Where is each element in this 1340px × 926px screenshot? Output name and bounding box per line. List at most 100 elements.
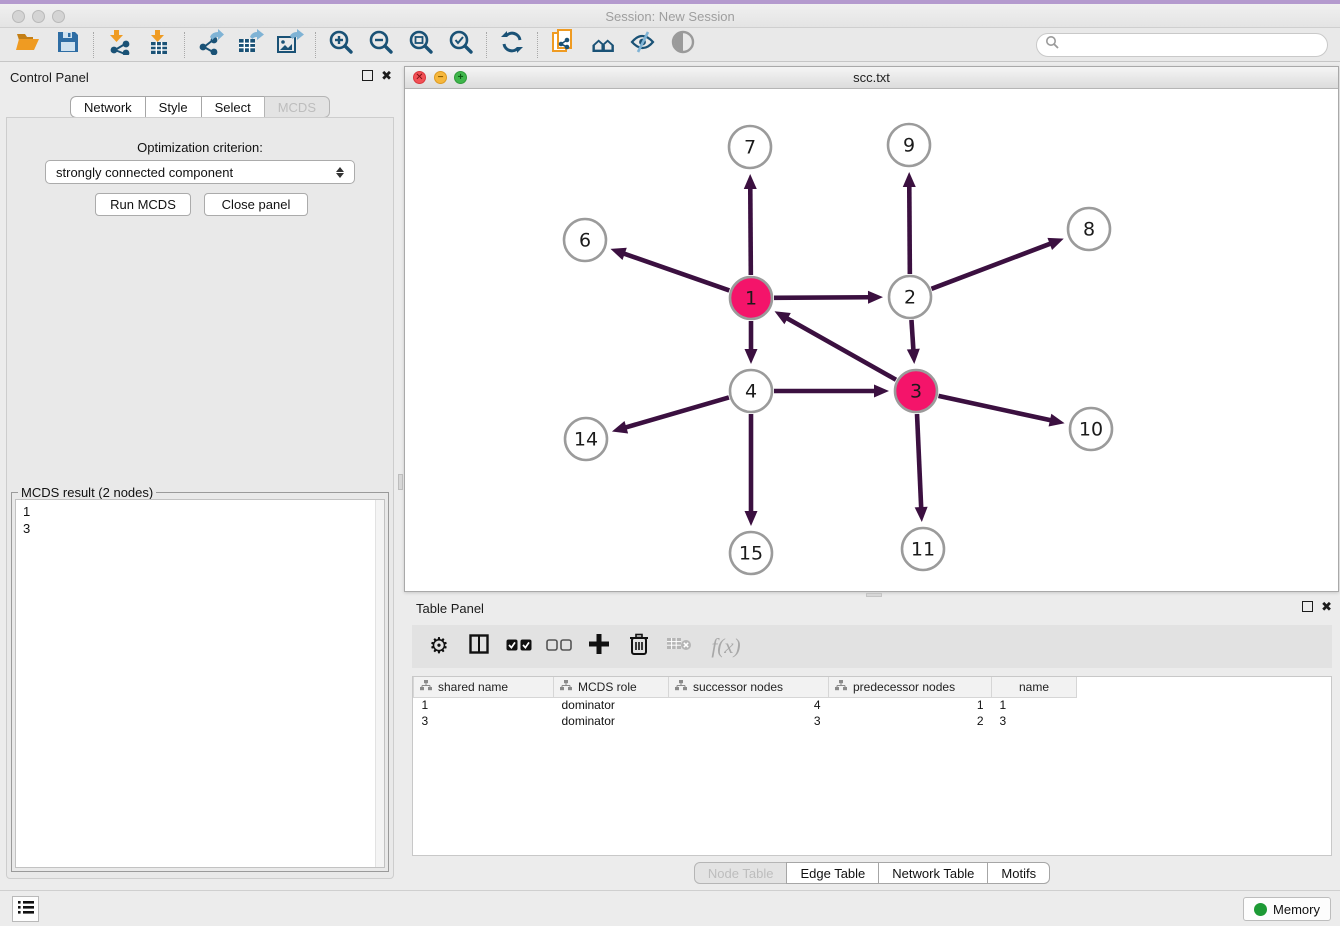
zoom-out-button[interactable] <box>361 30 401 60</box>
graph-edge-1-7[interactable] <box>744 174 757 275</box>
close-panel-icon[interactable]: ✖ <box>381 70 392 81</box>
table-row[interactable]: 3dominator323 <box>414 713 1077 729</box>
zoom-in-button[interactable] <box>321 30 361 60</box>
search-input[interactable] <box>1059 38 1319 52</box>
delete-table-button[interactable] <box>666 634 692 660</box>
graph-edge-4-3[interactable] <box>774 385 889 398</box>
graph-node-8[interactable]: 8 <box>1068 208 1110 250</box>
graph-edge-3-11[interactable] <box>915 414 928 522</box>
clone-network-button[interactable] <box>543 30 583 60</box>
graph-node-14[interactable]: 14 <box>565 418 607 460</box>
graph-node-7[interactable]: 7 <box>729 126 771 168</box>
table-tab-network-table[interactable]: Network Table <box>878 862 988 884</box>
column-header-MCDS-role[interactable]: MCDS role <box>554 677 669 697</box>
network-canvas[interactable]: 7 9 6 8 1 2 4 3 14 10 15 11 <box>405 89 1338 591</box>
table-cell[interactable]: 1 <box>414 697 554 713</box>
graph-node-2[interactable]: 2 <box>889 276 931 318</box>
graph-node-4[interactable]: 4 <box>730 370 772 412</box>
zoom-fit-button[interactable] <box>401 30 441 60</box>
reset-view-button[interactable]: ⌂⌂ <box>583 30 623 60</box>
toggle-graphics-details-button[interactable] <box>623 30 663 60</box>
column-label: successor nodes <box>693 680 783 694</box>
column-header-predecessor-nodes[interactable]: predecessor nodes <box>829 677 992 697</box>
graph-edge-4-14[interactable] <box>612 397 729 433</box>
column-chooser-button[interactable] <box>466 634 492 660</box>
result-scrollbar[interactable] <box>375 500 384 867</box>
search-box[interactable] <box>1036 33 1328 57</box>
graph-edge-1-4[interactable] <box>745 321 758 364</box>
graph-edge-3-10[interactable] <box>938 396 1064 427</box>
control-tab-mcds[interactable]: MCDS <box>264 96 330 118</box>
graph-node-1[interactable]: 1 <box>730 277 772 319</box>
deselect-all-rows-button[interactable] <box>546 634 572 660</box>
zoom-selected-button[interactable] <box>441 30 481 60</box>
column-header-shared-name[interactable]: shared name <box>414 677 554 697</box>
graph-node-6[interactable]: 6 <box>564 219 606 261</box>
control-tab-network[interactable]: Network <box>70 96 146 118</box>
table-cell[interactable]: 2 <box>829 713 992 729</box>
table-tab-motifs[interactable]: Motifs <box>987 862 1050 884</box>
bird-eye-view-button[interactable] <box>663 30 703 60</box>
table-tab-edge-table[interactable]: Edge Table <box>786 862 879 884</box>
zoom-in-icon <box>328 29 354 60</box>
graph-edge-4-15[interactable] <box>745 414 758 526</box>
delete-column-button[interactable] <box>626 634 652 660</box>
add-column-button[interactable] <box>586 634 612 660</box>
graph-node-3[interactable]: 3 <box>895 370 937 412</box>
table-cell[interactable]: 3 <box>992 713 1077 729</box>
column-header-successor-nodes[interactable]: successor nodes <box>669 677 829 697</box>
close-panel-button[interactable]: Close panel <box>204 193 308 216</box>
graph-node-15[interactable]: 15 <box>730 532 772 574</box>
import-network-button[interactable] <box>99 30 139 60</box>
task-history-button[interactable] <box>12 896 39 922</box>
import-table-button[interactable] <box>139 30 179 60</box>
svg-text:6: 6 <box>579 230 591 252</box>
float-table-panel-icon[interactable] <box>1302 601 1313 612</box>
open-session-button[interactable] <box>8 30 48 60</box>
float-panel-icon[interactable] <box>362 70 373 81</box>
graph-edge-2-8[interactable] <box>932 238 1064 289</box>
run-mcds-button[interactable]: Run MCDS <box>95 193 191 216</box>
graph-edge-1-2[interactable] <box>774 291 883 304</box>
table-cell[interactable]: 1 <box>829 697 992 713</box>
optimization-criterion-select[interactable]: strongly connected component <box>45 160 355 184</box>
mcds-result-area[interactable]: 13 <box>15 499 385 868</box>
status-bar: Memory <box>0 890 1340 926</box>
table-cell[interactable]: 3 <box>669 713 829 729</box>
select-all-rows-button[interactable] <box>506 634 532 660</box>
export-image-button[interactable] <box>270 30 310 60</box>
table-cell[interactable]: 1 <box>992 697 1077 713</box>
control-tab-select[interactable]: Select <box>201 96 265 118</box>
table-cell[interactable]: 4 <box>669 697 829 713</box>
table-tab-node-table[interactable]: Node Table <box>694 862 788 884</box>
table-cell[interactable]: dominator <box>554 713 669 729</box>
close-table-panel-icon[interactable]: ✖ <box>1321 601 1332 612</box>
refresh-view-button[interactable] <box>492 30 532 60</box>
refresh-icon <box>499 29 525 60</box>
export-table-button[interactable] <box>230 30 270 60</box>
table-settings-button[interactable]: ⚙ <box>426 634 452 660</box>
graph-node-9[interactable]: 9 <box>888 124 930 166</box>
column-header-name[interactable]: name <box>992 677 1077 697</box>
optimization-criterion-value: strongly connected component <box>56 165 233 180</box>
graph-edge-2-3[interactable] <box>907 320 920 364</box>
table-row[interactable]: 1dominator411 <box>414 697 1077 713</box>
network-window-titlebar[interactable]: ✕ − + scc.txt <box>405 67 1338 89</box>
zoom-out-icon <box>368 29 394 60</box>
table-cell[interactable]: 3 <box>414 713 554 729</box>
graph-node-11[interactable]: 11 <box>902 528 944 570</box>
table-cell[interactable]: dominator <box>554 697 669 713</box>
memory-button[interactable]: Memory <box>1243 897 1331 921</box>
column-label: name <box>1019 680 1049 694</box>
vertical-split-handle[interactable] <box>398 474 403 490</box>
column-label: shared name <box>438 680 508 694</box>
graph-edge-1-6[interactable] <box>610 248 729 291</box>
graph-edge-2-9[interactable] <box>903 172 916 274</box>
save-session-button[interactable] <box>48 30 88 60</box>
select-chevrons-icon <box>336 167 344 178</box>
control-tab-style[interactable]: Style <box>145 96 202 118</box>
export-network-button[interactable] <box>190 30 230 60</box>
graph-edge-3-1[interactable] <box>775 311 896 379</box>
graph-node-10[interactable]: 10 <box>1070 408 1112 450</box>
function-builder-button[interactable]: f(x) <box>706 634 746 660</box>
